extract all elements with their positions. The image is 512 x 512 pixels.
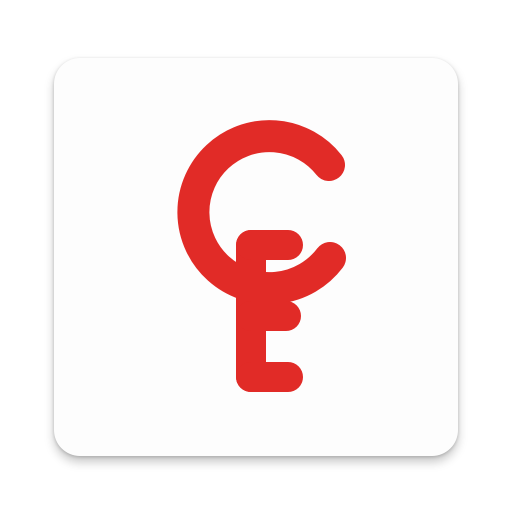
- app-icon-stage: [0, 0, 512, 512]
- ce-monogram-logo-icon: [177, 120, 346, 392]
